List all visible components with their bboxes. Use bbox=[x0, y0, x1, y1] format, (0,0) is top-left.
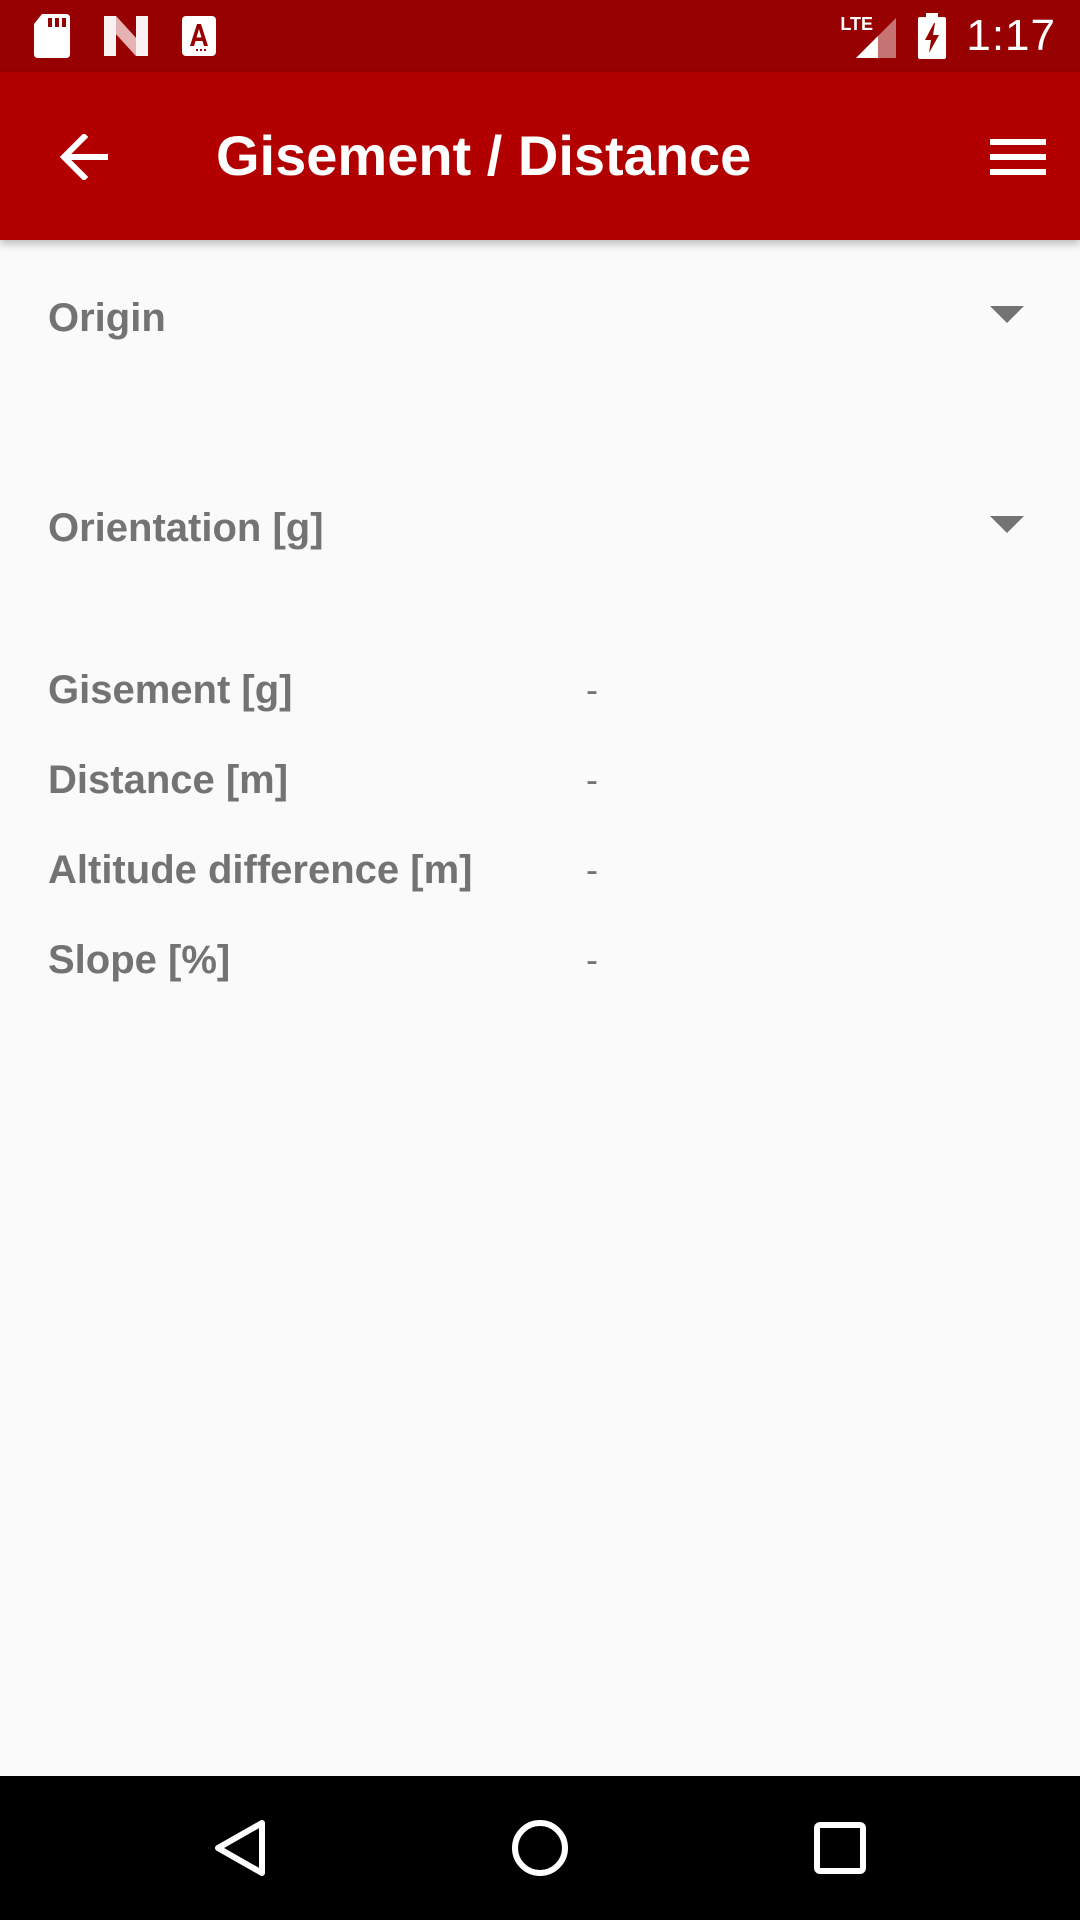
chevron-down-icon bbox=[990, 306, 1024, 323]
result-row-altitude-difference: Altitude difference [m] - bbox=[0, 832, 1080, 912]
result-value: - bbox=[586, 669, 598, 710]
page-title: Gisement / Distance bbox=[216, 124, 752, 187]
chevron-down-icon bbox=[990, 516, 1024, 533]
origin-spinner[interactable]: Origin bbox=[0, 268, 1080, 368]
nav-recents-button[interactable] bbox=[790, 1798, 890, 1898]
clock: 1:17 bbox=[966, 11, 1056, 60]
result-value: - bbox=[586, 759, 598, 800]
navigation-bar bbox=[0, 1776, 1080, 1920]
back-button[interactable] bbox=[50, 122, 120, 192]
battery-charging-icon bbox=[918, 13, 947, 59]
system-status-icons: LTE 1:17 bbox=[840, 0, 1056, 72]
home-circle-icon bbox=[512, 1820, 568, 1876]
nav-back-button[interactable] bbox=[190, 1798, 290, 1898]
n-logo-icon bbox=[104, 16, 148, 56]
app-bar: Gisement / Distance bbox=[0, 72, 1080, 240]
back-triangle-icon bbox=[215, 1820, 265, 1876]
result-value: - bbox=[586, 849, 598, 890]
notification-icons bbox=[34, 14, 250, 58]
menu-button[interactable] bbox=[982, 122, 1054, 192]
status-bar: LTE 1:17 bbox=[0, 0, 1080, 72]
orientation-label: Orientation [g] bbox=[48, 506, 324, 550]
arrow-back-icon bbox=[60, 134, 108, 180]
recents-square-icon bbox=[814, 1822, 866, 1874]
a-app-icon bbox=[182, 16, 216, 56]
hamburger-menu-icon bbox=[990, 139, 1046, 175]
origin-label: Origin bbox=[48, 296, 166, 340]
result-row-gisement: Gisement [g] - bbox=[0, 652, 1080, 732]
result-row-slope: Slope [%] - bbox=[0, 922, 1080, 1002]
signal-icon: LTE bbox=[840, 14, 897, 58]
result-value: - bbox=[586, 939, 598, 980]
sd-card-icon bbox=[34, 14, 70, 58]
result-label: Distance [m] bbox=[48, 758, 289, 802]
lte-label: LTE bbox=[840, 14, 874, 34]
nav-home-button[interactable] bbox=[490, 1798, 590, 1898]
result-row-distance: Distance [m] - bbox=[0, 742, 1080, 822]
orientation-spinner[interactable]: Orientation [g] bbox=[0, 478, 1080, 578]
result-label: Slope [%] bbox=[48, 938, 231, 982]
result-label: Gisement [g] bbox=[48, 668, 293, 712]
result-label: Altitude difference [m] bbox=[48, 848, 473, 892]
